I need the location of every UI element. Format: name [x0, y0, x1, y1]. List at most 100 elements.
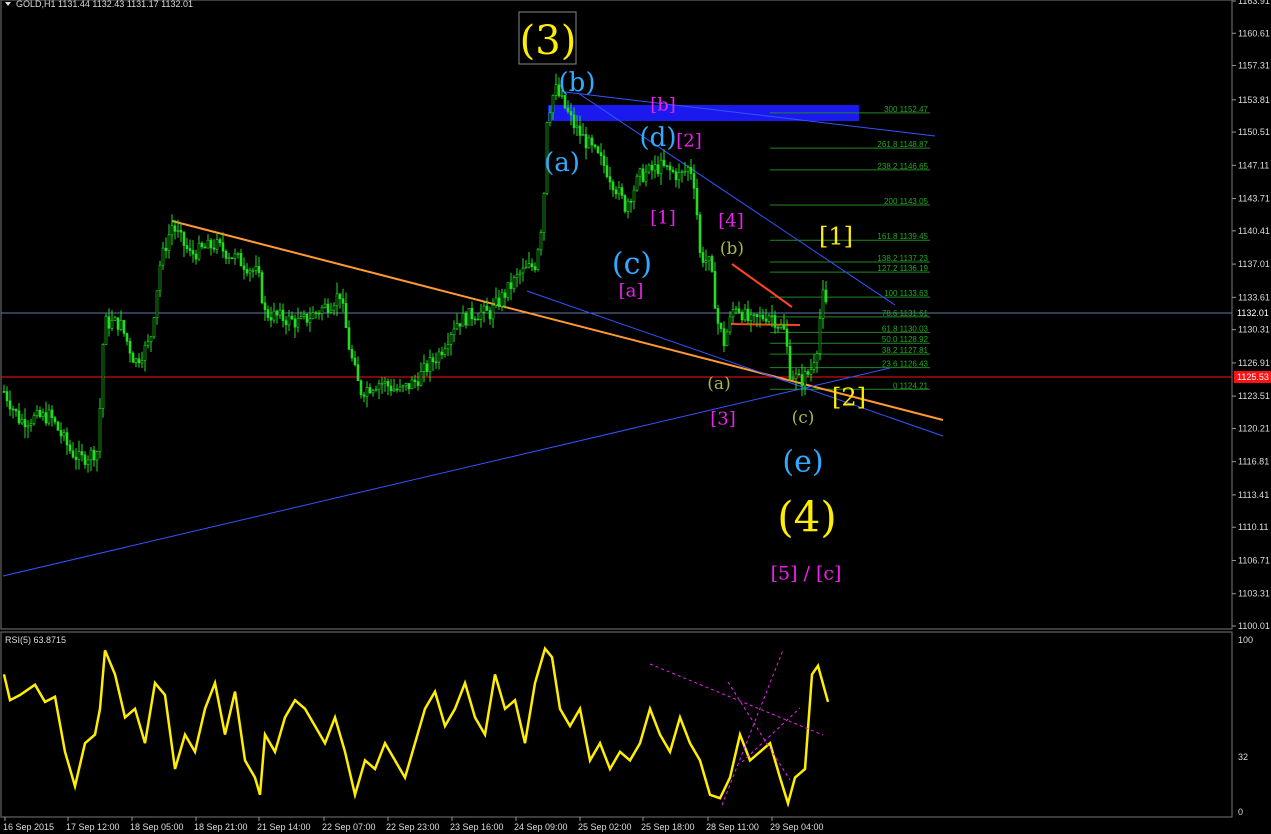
candle-body: [824, 289, 828, 303]
candle-body: [89, 449, 93, 461]
candle-body: [119, 320, 123, 330]
candle-body: [329, 309, 333, 313]
candle-body: [500, 292, 504, 307]
price-axis-label: 1113.41: [1238, 490, 1269, 500]
candle-body: [767, 315, 771, 322]
candle-body: [77, 451, 81, 460]
candle-body: [161, 247, 165, 266]
candle-body: [530, 263, 534, 267]
time-axis-label: 23 Sep 16:00: [450, 822, 504, 832]
candle-body: [350, 349, 354, 359]
price-axis-label: 1147.11: [1238, 160, 1269, 170]
candle-body: [770, 315, 774, 317]
time-axis-label: 25 Sep 02:00: [578, 822, 632, 832]
candle-body: [512, 277, 516, 289]
wave-labels: (3)(b)(a)[b](d) [2][1] [4](b)(c)[a][1](a)[…: [520, 18, 866, 585]
candle-body: [317, 312, 321, 315]
candle-body: [788, 346, 792, 380]
time-axis-label: 18 Sep 05:00: [130, 822, 184, 832]
candle-body: [776, 327, 780, 329]
candle-body: [539, 232, 543, 251]
candle-body: [458, 323, 462, 327]
price-axis-label: 1133.61: [1238, 292, 1270, 302]
symbol-header: GOLD,H1 1131.44 1132.43 1131.17 1132.01: [16, 0, 193, 9]
candle-body: [74, 456, 78, 460]
red-triangle-upper[interactable]: [731, 263, 793, 308]
candle-body: [710, 256, 714, 272]
candle-body: [104, 316, 108, 345]
dropdown-icon[interactable]: [5, 2, 11, 6]
candle-body: [707, 256, 711, 262]
candle-body: [176, 230, 180, 232]
candle-body: [380, 382, 384, 385]
fib-level-label: 127.2 1136.19: [877, 264, 928, 273]
candle-body: [98, 408, 102, 452]
candle-body: [758, 314, 762, 318]
candle-body: [452, 328, 456, 335]
rsi-trend-4[interactable]: [741, 707, 801, 763]
candle-body: [629, 200, 633, 203]
chart-canvas[interactable]: 300 1152.47 261.8 1148.87 238.2 1146.65 200…: [0, 0, 1271, 834]
candle-body: [167, 234, 171, 251]
candle-body: [785, 328, 789, 347]
candle-body: [395, 388, 399, 391]
candle-body: [551, 95, 555, 114]
rsi-trend-1[interactable]: [649, 663, 824, 736]
candle-body: [815, 353, 819, 364]
trendline-blue-support[interactable]: [2, 367, 891, 577]
fib-level-label: 161.8 1139.45: [877, 232, 928, 241]
candle-body: [434, 361, 438, 364]
candle-body: [722, 328, 726, 347]
candle-body: [314, 312, 318, 314]
fib-level-label: 50.0 1128.92: [882, 335, 929, 344]
candle-body: [320, 307, 324, 314]
wave-label: [a]: [619, 280, 644, 301]
fib-level-label: 38.2 1127.81: [882, 346, 929, 355]
candle-body: [764, 318, 768, 322]
fib-level-label: 23.6 1126.43: [882, 360, 929, 369]
candle-body: [296, 318, 300, 328]
candle-body: [116, 317, 120, 330]
candle-body: [644, 171, 648, 182]
candle-body: [173, 225, 177, 232]
candle-body: [236, 253, 240, 255]
candle-body: [257, 266, 261, 273]
candle-body: [665, 165, 669, 167]
candle-body: [611, 181, 615, 191]
candle-body: [206, 239, 210, 249]
candle-body: [800, 374, 804, 387]
candle-body: [110, 320, 114, 329]
rsi-trend-2[interactable]: [721, 649, 784, 806]
candle-body: [485, 305, 489, 311]
price-axis-label: 1126.91: [1238, 358, 1270, 368]
candle-body: [53, 417, 57, 423]
wave-label: (b): [720, 239, 744, 259]
candle-body: [446, 344, 450, 350]
candle-body: [182, 231, 186, 246]
candle-body: [299, 316, 303, 319]
trendline-orange[interactable]: [171, 220, 944, 421]
candle-body: [593, 144, 597, 148]
time-axis-label: 21 Sep 14:00: [257, 822, 311, 832]
candle-body: [140, 360, 144, 364]
candle-body: [533, 266, 537, 271]
candle-body: [509, 282, 513, 289]
candle-body: [170, 225, 174, 236]
candle-body: [374, 389, 378, 391]
candle-body: [287, 315, 291, 326]
candle-body: [308, 318, 312, 323]
candle-body: [29, 423, 33, 426]
candle-body: [392, 388, 396, 392]
candle-body: [353, 357, 357, 366]
candle-body: [65, 432, 69, 446]
candle-body: [578, 125, 582, 136]
candle-body: [821, 289, 825, 319]
time-axis-label: 16 Sep 2015: [3, 822, 54, 832]
price-axis-label: 1120.21: [1238, 423, 1270, 433]
candle-body: [323, 303, 327, 308]
candle-body: [809, 368, 813, 375]
candle-body: [137, 358, 141, 364]
candle-body: [761, 314, 765, 320]
red-triangle-lower[interactable]: [729, 323, 801, 326]
candle-body: [221, 242, 225, 252]
